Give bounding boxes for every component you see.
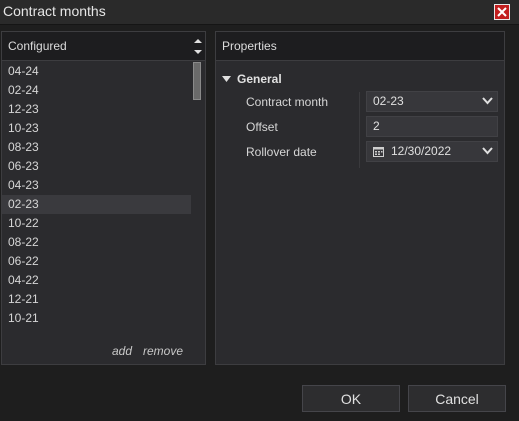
rollover-date-label: Rollover date	[246, 145, 317, 159]
list-item[interactable]: 02-23	[2, 195, 191, 214]
caret-down-icon	[222, 76, 231, 82]
list-item[interactable]: 10-21	[2, 309, 191, 328]
list-item[interactable]: 12-21	[2, 290, 191, 309]
add-link[interactable]: add	[112, 344, 132, 358]
properties-header: Properties	[216, 32, 504, 61]
list-item[interactable]: 06-22	[2, 252, 191, 271]
contract-month-value: 02-23	[373, 94, 404, 108]
offset-label: Offset	[246, 120, 278, 134]
scroll-up-icon[interactable]	[194, 38, 202, 44]
title-bar: Contract months	[0, 0, 519, 25]
close-button[interactable]	[494, 4, 510, 20]
calendar-icon	[373, 147, 384, 157]
properties-panel: Properties General Contract month 02-23 …	[215, 31, 505, 365]
list-item[interactable]: 08-22	[2, 233, 191, 252]
configured-header-label: Configured	[8, 39, 67, 53]
list-item[interactable]: 02-24	[2, 81, 191, 100]
close-icon	[497, 7, 507, 17]
chevron-down-icon	[482, 147, 493, 155]
list-item[interactable]: 10-22	[2, 214, 191, 233]
list-item[interactable]: 12-23	[2, 100, 191, 119]
remove-link[interactable]: remove	[143, 344, 183, 358]
ok-button[interactable]: OK	[302, 385, 400, 412]
rollover-date-value: 12/30/2022	[391, 144, 452, 158]
properties-header-label: Properties	[222, 39, 277, 53]
cancel-button[interactable]: Cancel	[408, 385, 506, 412]
general-section-toggle[interactable]: General	[222, 72, 282, 86]
configured-header: Configured	[2, 32, 205, 61]
scroll-down-icon[interactable]	[194, 49, 202, 55]
list-item[interactable]: 04-24	[2, 62, 191, 81]
chevron-down-icon	[482, 97, 493, 105]
list-item[interactable]: 06-23	[2, 157, 191, 176]
general-section-label: General	[237, 72, 282, 86]
list-item[interactable]: 10-23	[2, 119, 191, 138]
scrollbar[interactable]	[191, 62, 203, 330]
contract-month-label: Contract month	[246, 95, 329, 109]
window-title: Contract months	[3, 3, 106, 19]
offset-input[interactable]: 2	[366, 116, 498, 137]
configured-list: 04-24 02-24 12-23 10-23 08-23 06-23 04-23 02-23…	[2, 62, 191, 328]
contract-month-select[interactable]: 02-23	[366, 91, 498, 112]
rollover-date-picker[interactable]: 12/30/2022	[366, 141, 498, 162]
list-item[interactable]: 04-22	[2, 271, 191, 290]
list-item[interactable]: 08-23	[2, 138, 191, 157]
scrollbar-thumb[interactable]	[193, 62, 201, 100]
configured-panel: Configured 04-24 02-24 12-23 10-23 08-23 06-2…	[1, 31, 206, 365]
property-divider	[359, 92, 360, 168]
offset-value: 2	[373, 119, 380, 133]
scroll-arrows	[191, 32, 205, 60]
list-item[interactable]: 04-23	[2, 176, 191, 195]
